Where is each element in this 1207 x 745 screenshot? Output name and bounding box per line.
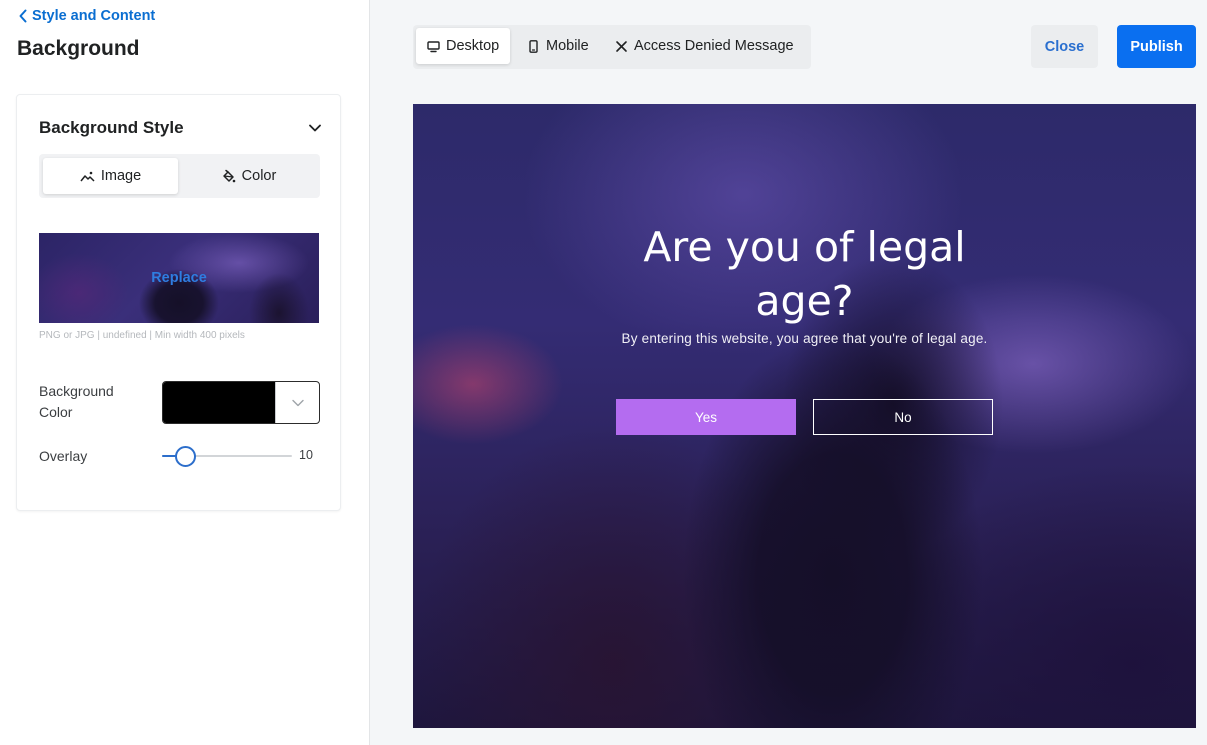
yes-button[interactable]: Yes (616, 399, 796, 435)
tab-desktop[interactable]: Desktop (416, 28, 511, 64)
style-segmented-control: Image Color (39, 154, 320, 198)
preview-subtitle: By entering this website, you agree that… (621, 331, 988, 346)
replace-image-button[interactable]: Replace (39, 233, 319, 323)
background-style-card: Background Style Image Color Replace PNG… (16, 94, 341, 511)
device-tabs: Desktop Mobile Access Denied Message (413, 25, 811, 69)
segment-color-label: Color (241, 168, 277, 184)
background-style-header[interactable]: Background Style (39, 117, 322, 139)
overlay-value: 10 (299, 448, 313, 462)
overlay-label: Overlay (39, 448, 88, 464)
preview-title: Are you of legal age? (643, 223, 966, 325)
desktop-icon (427, 40, 440, 52)
overlay-slider[interactable] (162, 446, 292, 467)
chevron-down-icon (309, 124, 321, 132)
segment-image-label: Image (100, 168, 142, 184)
publish-button[interactable]: Publish (1117, 25, 1196, 68)
slider-handle[interactable] (175, 446, 196, 467)
close-x-icon (616, 40, 627, 52)
back-link-label: Style and Content (32, 8, 156, 24)
chevron-left-icon (19, 9, 27, 23)
card-title: Background Style (39, 118, 184, 137)
preview-canvas: Are you of legal age? By entering this w… (413, 104, 1196, 728)
tab-mobile[interactable]: Mobile (516, 28, 600, 64)
mobile-icon (529, 39, 538, 53)
close-button[interactable]: Close (1031, 25, 1098, 68)
tab-mobile-label: Mobile (546, 38, 589, 54)
tab-access-denied[interactable]: Access Denied Message (604, 28, 805, 64)
background-color-label: Background Color (39, 383, 114, 420)
image-icon (80, 171, 95, 182)
segment-color[interactable]: Color (181, 158, 316, 194)
color-swatch (163, 382, 275, 423)
age-gate-popup: Are you of legal age? By entering this w… (413, 104, 1196, 728)
tab-access-denied-label: Access Denied Message (634, 38, 794, 54)
settings-sidebar: Style and Content Background Background … (0, 0, 370, 745)
chevron-down-icon (292, 399, 304, 406)
tab-desktop-label: Desktop (446, 38, 500, 54)
paint-bucket-icon (222, 169, 235, 182)
page-title: Background (17, 37, 140, 60)
back-link[interactable]: Style and Content (18, 8, 155, 24)
no-button[interactable]: No (813, 399, 993, 435)
segment-image[interactable]: Image (43, 158, 178, 194)
image-requirements-hint: PNG or JPG | undefined | Min width 400 p… (39, 330, 245, 341)
background-image-thumbnail[interactable]: Replace (39, 233, 319, 323)
color-dropdown-toggle[interactable] (275, 382, 319, 423)
age-verification-editor: Style and Content Background Background … (0, 0, 1207, 745)
background-color-picker[interactable] (162, 381, 320, 424)
